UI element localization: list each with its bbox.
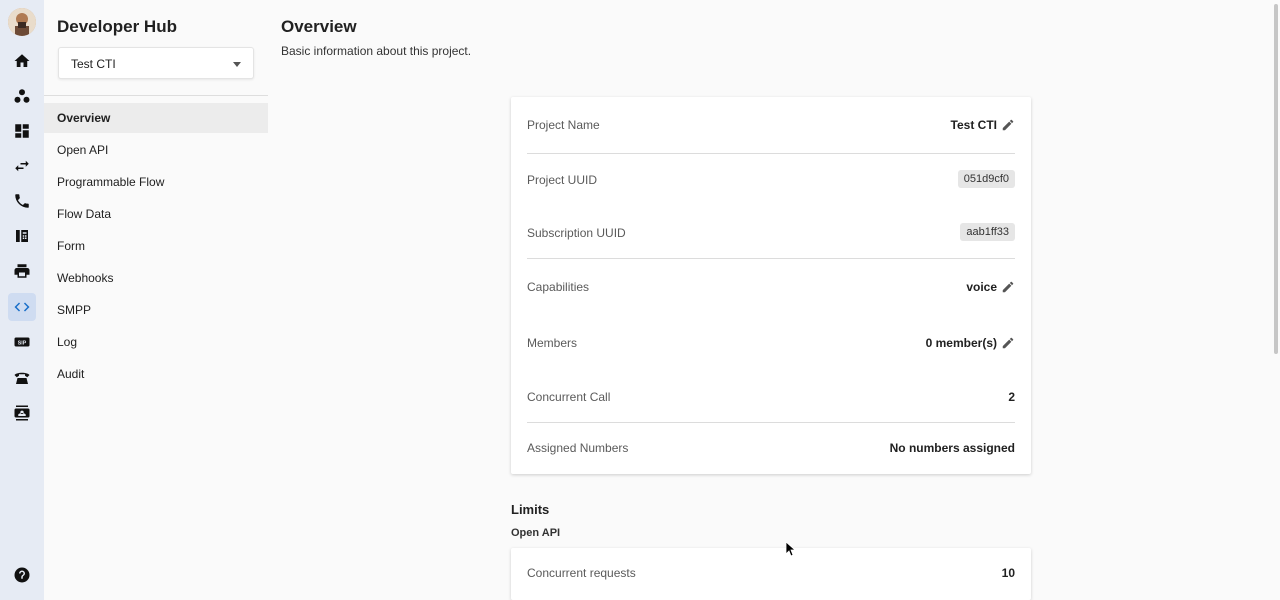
scrollbar[interactable]: [1274, 4, 1278, 354]
edit-icon[interactable]: [1001, 280, 1015, 294]
detail-value: 0 member(s): [926, 336, 1015, 350]
telephone-icon[interactable]: [8, 364, 36, 392]
sip-icon-label: SIP: [18, 340, 27, 346]
developer-hub-sidebar: Developer Hub Test CTI Overview Open API…: [44, 0, 268, 600]
sidebar-item-overview[interactable]: Overview: [44, 103, 268, 133]
detail-label: Capabilities: [527, 280, 590, 294]
uuid-chip[interactable]: aab1ff33: [960, 223, 1015, 241]
caret-down-icon: [233, 62, 241, 67]
icon-rail: SIP: [0, 0, 44, 600]
sidebar-item-programmable-flow[interactable]: Programmable Flow: [44, 167, 268, 197]
detail-value: aab1ff33: [960, 223, 1015, 241]
sidebar-item-webhooks[interactable]: Webhooks: [44, 263, 268, 293]
limit-value: 10: [1001, 566, 1015, 580]
capabilities-value: voice: [966, 280, 997, 294]
swap-icon[interactable]: [8, 152, 36, 180]
sidebar-item-open-api[interactable]: Open API: [44, 135, 268, 165]
contacts-icon[interactable]: [8, 399, 36, 427]
sip-icon[interactable]: SIP: [8, 328, 36, 356]
assigned-numbers-value: No numbers assigned: [889, 441, 1015, 455]
user-avatar[interactable]: [8, 8, 36, 36]
home-icon[interactable]: [8, 47, 36, 75]
print-icon[interactable]: [8, 257, 36, 285]
detail-label: Concurrent Call: [527, 390, 611, 404]
sidebar-divider: [44, 95, 268, 96]
detail-value: 051d9cf0: [957, 170, 1015, 188]
detail-label: Project Name: [527, 118, 600, 132]
project-details-card: Project Name Test CTI Project UUID 051d9…: [511, 97, 1031, 474]
sidebar-item-log[interactable]: Log: [44, 327, 268, 357]
page-title: Overview: [281, 17, 357, 36]
sidebar-item-form[interactable]: Form: [44, 231, 268, 261]
edit-icon[interactable]: [1001, 336, 1015, 350]
phone-icon[interactable]: [8, 187, 36, 215]
row-divider: [527, 258, 1015, 259]
detail-label: Assigned Numbers: [527, 441, 629, 455]
sidebar-item-flow-data[interactable]: Flow Data: [44, 199, 268, 229]
edit-icon[interactable]: [1001, 118, 1015, 132]
members-value: 0 member(s): [925, 336, 997, 350]
fax-icon[interactable]: [8, 222, 36, 250]
code-icon[interactable]: [8, 293, 36, 321]
project-name-value: Test CTI: [950, 118, 997, 132]
sidebar-item-audit[interactable]: Audit: [44, 359, 268, 389]
limits-card: Concurrent requests 10: [511, 548, 1031, 600]
limits-heading: Limits: [511, 502, 550, 517]
dashboard-icon[interactable]: [8, 117, 36, 145]
project-select[interactable]: Test CTI: [58, 47, 254, 79]
project-select-value: Test CTI: [71, 57, 116, 71]
sidebar-title: Developer Hub: [57, 17, 177, 36]
help-icon[interactable]: [8, 561, 36, 589]
row-divider: [527, 422, 1015, 423]
detail-value: voice: [966, 280, 1015, 294]
concurrent-call-value: 2: [1008, 390, 1015, 404]
limit-label: Concurrent requests: [527, 566, 636, 580]
detail-label: Subscription UUID: [527, 226, 626, 240]
row-divider: [527, 153, 1015, 154]
detail-value: Test CTI: [951, 118, 1015, 132]
sidebar-item-smpp[interactable]: SMPP: [44, 295, 268, 325]
uuid-chip[interactable]: 051d9cf0: [957, 170, 1015, 188]
limits-section-open-api: Open API: [511, 527, 561, 539]
detail-label: Project UUID: [527, 173, 598, 187]
groups-icon[interactable]: [8, 82, 36, 110]
detail-label: Members: [527, 336, 578, 350]
page-subtitle: Basic information about this project.: [281, 44, 472, 58]
